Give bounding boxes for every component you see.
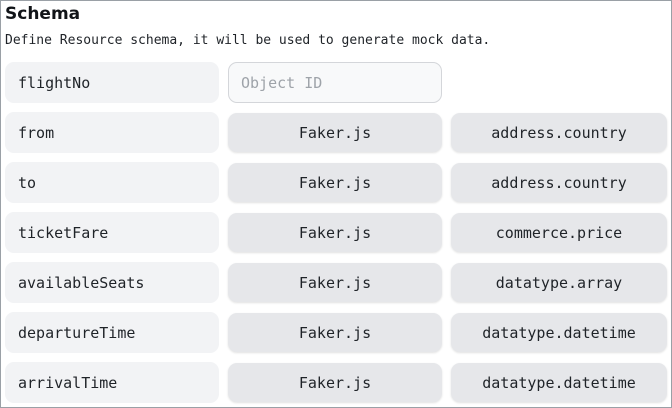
schema-field-list: flightNo from Faker.js address.country t… bbox=[5, 62, 667, 408]
faker-method-select[interactable]: datatype.datetime bbox=[451, 363, 667, 402]
field-name[interactable]: availableSeats bbox=[5, 262, 219, 303]
generator-select[interactable]: Faker.js bbox=[228, 163, 442, 202]
field-name[interactable]: ticketFare bbox=[5, 212, 219, 253]
schema-row: availableSeats Faker.js datatype.array bbox=[5, 262, 667, 303]
generator-select[interactable]: Faker.js bbox=[228, 263, 442, 302]
generator-select[interactable]: Faker.js bbox=[228, 213, 442, 252]
faker-method-select[interactable]: commerce.price bbox=[451, 213, 667, 252]
schema-row: departureTime Faker.js datatype.datetime bbox=[5, 312, 667, 353]
faker-method-select[interactable]: datatype.datetime bbox=[451, 313, 667, 352]
faker-method-select[interactable]: address.country bbox=[451, 113, 667, 152]
schema-row: arrivalTime Faker.js datatype.datetime bbox=[5, 362, 667, 403]
field-name[interactable]: to bbox=[5, 162, 219, 203]
object-id-field[interactable] bbox=[228, 62, 442, 103]
generator-select[interactable]: Faker.js bbox=[228, 363, 442, 402]
faker-method-select[interactable]: address.country bbox=[451, 163, 667, 202]
object-id-input[interactable] bbox=[241, 73, 431, 92]
schema-description: Define Resource schema, it will be used … bbox=[5, 33, 491, 48]
field-name[interactable]: from bbox=[5, 112, 219, 153]
generator-select[interactable]: Faker.js bbox=[228, 113, 442, 152]
schema-row: from Faker.js address.country bbox=[5, 112, 667, 153]
field-name[interactable]: flightNo bbox=[5, 62, 219, 103]
generator-select[interactable]: Faker.js bbox=[228, 313, 442, 352]
schema-panel: Schema Define Resource schema, it will b… bbox=[0, 0, 672, 408]
schema-row: ticketFare Faker.js commerce.price bbox=[5, 212, 667, 253]
faker-method-select[interactable]: datatype.array bbox=[451, 263, 667, 302]
schema-row-id: flightNo bbox=[5, 62, 667, 103]
schema-row: to Faker.js address.country bbox=[5, 162, 667, 203]
field-name[interactable]: arrivalTime bbox=[5, 362, 219, 403]
schema-title: Schema bbox=[5, 4, 81, 24]
field-name[interactable]: departureTime bbox=[5, 312, 219, 353]
